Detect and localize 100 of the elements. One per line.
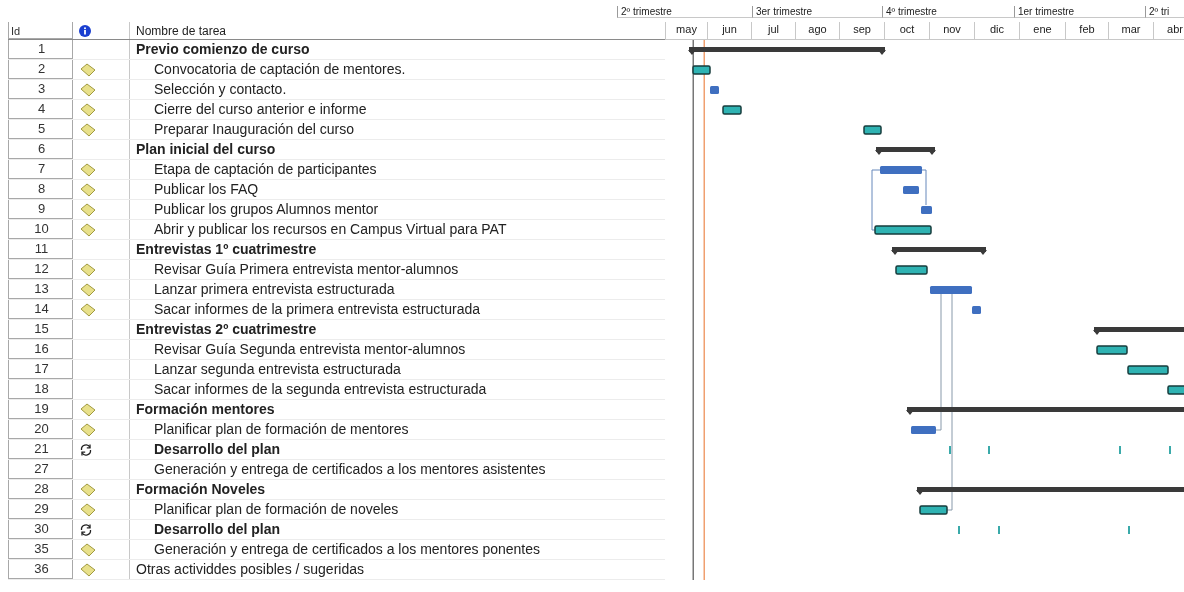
month-label: sep — [839, 22, 884, 39]
occurrence-mark — [988, 446, 990, 454]
task-name: Revisar Guía Segunda entrevista mentor-alumnos — [153, 340, 467, 359]
month-label: oct — [884, 22, 929, 39]
row-id: 10 — [8, 220, 73, 239]
task-name: Plan inicial del curso — [135, 140, 277, 159]
task-name: Planificar plan de formación de noveles — [153, 500, 400, 519]
quarter-label: 1er trimestre — [1014, 6, 1145, 18]
task-bar — [880, 166, 922, 174]
row-id: 27 — [8, 460, 73, 479]
task-name: Publicar los FAQ — [153, 180, 260, 199]
row-id: 30 — [8, 520, 73, 539]
quarter-label: 2º tri — [1145, 6, 1184, 18]
task-name: Formación mentores — [135, 400, 276, 419]
recurring-icon — [79, 442, 93, 457]
note-icon — [79, 562, 97, 577]
occurrence-mark — [998, 526, 1000, 534]
row-id: 9 — [8, 200, 73, 219]
note-icon — [79, 282, 97, 297]
note-icon — [79, 82, 97, 97]
occurrence-mark — [1169, 446, 1171, 454]
task-bar — [919, 505, 948, 515]
occurrence-mark — [1119, 446, 1121, 454]
row-id: 21 — [8, 440, 73, 459]
month-label: may — [665, 22, 707, 39]
month-label: feb — [1065, 22, 1108, 39]
task-bar — [903, 186, 919, 194]
task-name: Generación y entrega de certificados a los mentores asistentes — [153, 460, 547, 479]
row-id: 17 — [8, 360, 73, 379]
task-name: Desarrollo del plan — [153, 440, 282, 459]
task-name: Planificar plan de formación de mentores — [153, 420, 410, 439]
task-bar — [921, 206, 932, 214]
row-id: 6 — [8, 140, 73, 159]
task-bar — [1167, 385, 1184, 395]
row-id: 28 — [8, 480, 73, 499]
task-bar — [863, 125, 882, 135]
task-name: Preparar Inauguración del curso — [153, 120, 355, 139]
column-header: Id — [8, 22, 73, 39]
month-label: dic — [974, 22, 1019, 39]
note-icon — [79, 302, 97, 317]
task-name: Previo comienzo de curso — [135, 40, 311, 59]
task-bar — [722, 105, 742, 115]
note-icon — [79, 62, 97, 77]
link-line — [871, 169, 881, 231]
task-name: Revisar Guía Primera entrevista mentor-alumnos — [153, 260, 460, 279]
row-id: 35 — [8, 540, 73, 559]
note-icon — [79, 542, 97, 557]
month-label: nov — [929, 22, 974, 39]
month-label: ago — [795, 22, 839, 39]
task-bar — [692, 65, 711, 75]
task-name: Generación y entrega de certificados a los mentores ponentes — [153, 540, 541, 559]
note-icon — [79, 182, 97, 197]
summary-bar — [875, 147, 936, 155]
row-id: 8 — [8, 180, 73, 199]
month-label: mar — [1108, 22, 1153, 39]
row-id: 1 — [8, 40, 73, 59]
row-id: 3 — [8, 80, 73, 99]
task-name: Abrir y publicar los recursos en Campus Virtual para PAT — [153, 220, 508, 239]
row-id: 16 — [8, 340, 73, 359]
occurrence-mark — [949, 446, 951, 454]
task-name: Entrevistas 1º cuatrimestre — [135, 240, 318, 259]
month-label: jun — [707, 22, 751, 39]
quarter-label: 3er trimestre — [752, 6, 882, 18]
row-id: 2 — [8, 60, 73, 79]
note-icon — [79, 122, 97, 137]
task-bar — [1096, 345, 1128, 355]
note-icon — [79, 102, 97, 117]
note-icon — [79, 482, 97, 497]
task-bar — [874, 225, 932, 235]
task-name: Convocatoria de captación de mentores. — [153, 60, 407, 79]
task-name: Publicar los grupos Alumnos mentor — [153, 200, 380, 219]
link-line — [921, 169, 927, 206]
occurrence-mark — [1128, 526, 1130, 534]
column-header: Nombre de tarea — [135, 23, 228, 39]
note-icon — [79, 502, 97, 517]
task-name: Cierre del curso anterior e informe — [153, 100, 368, 119]
info-icon — [79, 24, 91, 37]
task-bar — [895, 265, 928, 275]
note-icon — [79, 402, 97, 417]
row-id: 7 — [8, 160, 73, 179]
note-icon — [79, 162, 97, 177]
note-icon — [79, 422, 97, 437]
task-bar — [972, 306, 981, 314]
task-name: Lanzar primera entrevista estructurada — [153, 280, 396, 299]
task-bar — [710, 86, 719, 94]
quarter-label: 2º trimestre — [617, 6, 752, 18]
task-name: Entrevistas 2º cuatrimestre — [135, 320, 318, 339]
note-icon — [79, 202, 97, 217]
row-id: 19 — [8, 400, 73, 419]
task-name: Desarrollo del plan — [153, 520, 282, 539]
row-id: 11 — [8, 240, 73, 259]
row-id: 14 — [8, 300, 73, 319]
row-id: 29 — [8, 500, 73, 519]
task-bar — [930, 286, 972, 294]
note-icon — [79, 262, 97, 277]
recurring-icon — [79, 522, 93, 537]
row-id: 13 — [8, 280, 73, 299]
row-id: 5 — [8, 120, 73, 139]
occurrence-mark — [958, 526, 960, 534]
task-name: Otras actividdes posibles / sugeridas — [135, 560, 365, 579]
